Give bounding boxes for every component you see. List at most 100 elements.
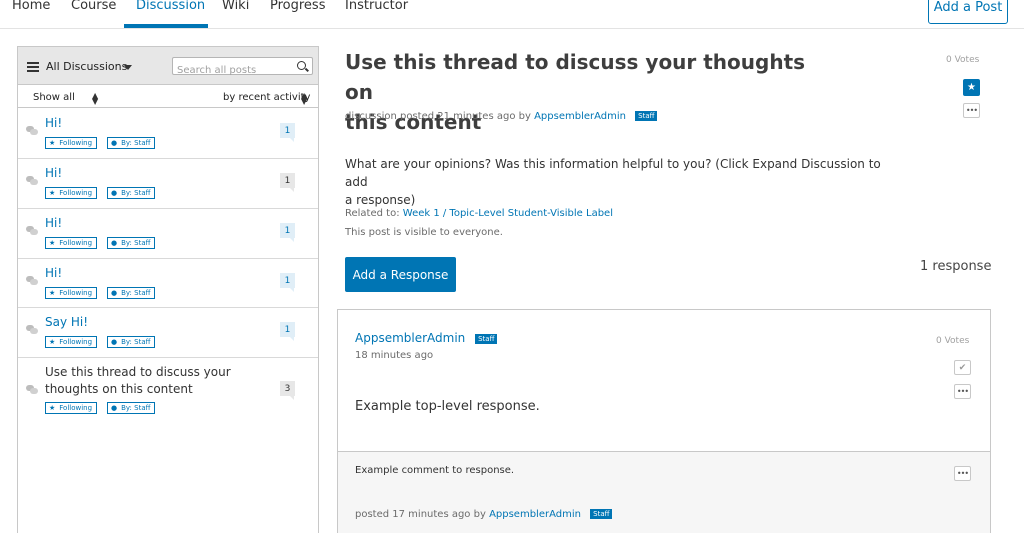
following-badge: ★ Following: [45, 237, 98, 249]
response-author: AppsemblerAdmin Staff: [355, 331, 498, 345]
ellipsis-icon: •••: [965, 106, 978, 115]
thread-list-item[interactable]: Hi! ★ Following ● By: Staff 1: [18, 159, 318, 209]
visibility-note: This post is visible to everyone.: [345, 227, 503, 238]
comment-meta: posted 17 minutes ago by AppsemblerAdmin…: [355, 509, 613, 520]
response-timestamp: 18 minutes ago: [355, 350, 434, 361]
thread-list-item[interactable]: Hi! ★ Following ● By: Staff 1: [18, 259, 318, 308]
comment-count: 1: [280, 322, 295, 341]
speech-bubble-icon: [26, 226, 38, 235]
staff-author-badge: ● By: Staff: [107, 237, 156, 249]
sort-select[interactable]: by recent activity: [223, 92, 310, 103]
response-body: Example top-level response.: [355, 399, 540, 414]
hamburger-icon[interactable]: [27, 62, 39, 72]
person-icon: ●: [111, 403, 118, 412]
comment-count: 1: [280, 123, 295, 142]
thread-list-item[interactable]: Hi! ★ Following ● By: Staff 1: [18, 209, 318, 259]
staff-author-badge: ● By: Staff: [107, 137, 156, 149]
follow-star-button[interactable]: ★: [963, 79, 980, 96]
thread-title: Hi!: [45, 216, 63, 230]
response-more-button[interactable]: •••: [954, 384, 971, 399]
post-body: What are your opinions? Was this informa…: [345, 157, 881, 207]
thread-list-item[interactable]: Say Hi! ★ Following ● By: Staff 1: [18, 308, 318, 358]
following-badge: ★ Following: [45, 287, 98, 299]
tab-wiki[interactable]: Wiki: [222, 0, 249, 13]
add-post-button[interactable]: Add a Post: [928, 0, 1008, 24]
following-badge: ★ Following: [45, 137, 98, 149]
person-icon: ●: [111, 188, 118, 197]
thread-title: Hi!: [45, 116, 63, 130]
comment-body: Example comment to response.: [355, 465, 515, 476]
updown-arrows-icon: ▼: [92, 97, 99, 106]
star-icon: ★: [49, 337, 56, 346]
post-more-button[interactable]: •••: [963, 103, 980, 118]
star-icon: ★: [49, 403, 56, 412]
response-vote-count[interactable]: 0 Votes: [936, 336, 969, 346]
thread-title: Hi!: [45, 166, 63, 180]
following-badge: ★ Following: [45, 187, 98, 199]
thread-list-item[interactable]: Hi! ★ Following ● By: Staff 1: [18, 109, 318, 159]
person-icon: ●: [111, 138, 118, 147]
staff-author-badge: ● By: Staff: [107, 287, 156, 299]
post-author-link[interactable]: AppsemblerAdmin: [534, 111, 626, 122]
comment-author-link[interactable]: AppsemblerAdmin: [489, 509, 581, 520]
person-icon: ●: [111, 288, 118, 297]
comment-count: 1: [280, 273, 295, 292]
comment-more-button[interactable]: •••: [954, 466, 971, 481]
show-filter-select[interactable]: Show all: [33, 92, 75, 103]
ellipsis-icon: •••: [956, 469, 969, 478]
star-icon: ★: [49, 138, 56, 147]
search-input[interactable]: [173, 62, 291, 79]
discussion-filter-dropdown[interactable]: All Discussions: [46, 60, 127, 73]
post-title: Use this thread to discuss your thoughts…: [345, 50, 806, 134]
person-icon: ●: [111, 337, 118, 346]
tab-course[interactable]: Course: [71, 0, 116, 13]
star-icon: ★: [967, 82, 976, 93]
star-icon: ★: [49, 288, 56, 297]
tab-discussion[interactable]: Discussion: [136, 0, 205, 13]
staff-badge: Staff: [635, 111, 658, 121]
speech-bubble-icon: [26, 325, 38, 334]
thread-list-sidebar: All Discussions Show all ▲ ▼ by recent a…: [17, 46, 319, 533]
search-box: [172, 57, 313, 79]
comment-count: 1: [280, 223, 295, 242]
thread-list-item[interactable]: Use this thread to discuss your thoughts…: [18, 358, 318, 428]
staff-author-badge: ● By: Staff: [107, 402, 156, 414]
response-author-link[interactable]: AppsemblerAdmin: [355, 331, 465, 345]
post-meta: discussion posted 21 minutes ago by Apps…: [345, 111, 658, 122]
response-count: 1 response: [920, 259, 992, 274]
star-icon: ★: [49, 238, 56, 247]
ellipsis-icon: •••: [956, 387, 969, 396]
sidebar-header: All Discussions: [18, 47, 318, 85]
staff-author-badge: ● By: Staff: [107, 336, 156, 348]
caret-down-icon[interactable]: [124, 65, 132, 70]
person-icon: ●: [111, 238, 118, 247]
thread-title: thoughts on this content: [45, 382, 193, 396]
star-icon: ★: [49, 188, 56, 197]
related-topic: Related to: Week 1 / Topic-Level Student…: [345, 208, 613, 219]
tab-home[interactable]: Home: [12, 0, 50, 13]
speech-bubble-icon: [26, 176, 38, 185]
search-icon[interactable]: [297, 61, 306, 70]
sidebar-filter-bar: Show all ▲ ▼ by recent activity ▲ ▼: [18, 86, 318, 108]
staff-author-badge: ● By: Staff: [107, 187, 156, 199]
thread-title: Use this thread to discuss your: [45, 365, 231, 379]
staff-badge: Staff: [475, 334, 498, 344]
speech-bubble-icon: [26, 385, 38, 394]
tab-instructor[interactable]: Instructor: [345, 0, 408, 13]
check-icon: ✔: [958, 362, 967, 373]
related-topic-link[interactable]: Week 1 / Topic-Level Student-Visible Lab…: [403, 208, 613, 219]
speech-bubble-icon: [26, 126, 38, 135]
following-badge: ★ Following: [45, 336, 98, 348]
following-badge: ★ Following: [45, 402, 98, 414]
updown-arrows-icon: ▼: [301, 97, 308, 106]
add-response-button[interactable]: Add a Response: [345, 257, 456, 292]
course-nav: Home Course Discussion Wiki Progress Ins…: [0, 0, 1024, 29]
post-vote-count[interactable]: 0 Votes: [946, 55, 979, 65]
staff-badge: Staff: [590, 509, 613, 519]
thread-title: Hi!: [45, 266, 63, 280]
comment-count: 1: [280, 173, 295, 192]
mark-answer-button[interactable]: ✔: [954, 360, 971, 375]
tab-progress[interactable]: Progress: [270, 0, 325, 13]
thread-title: Say Hi!: [45, 315, 89, 329]
comment-count: 3: [280, 381, 295, 400]
